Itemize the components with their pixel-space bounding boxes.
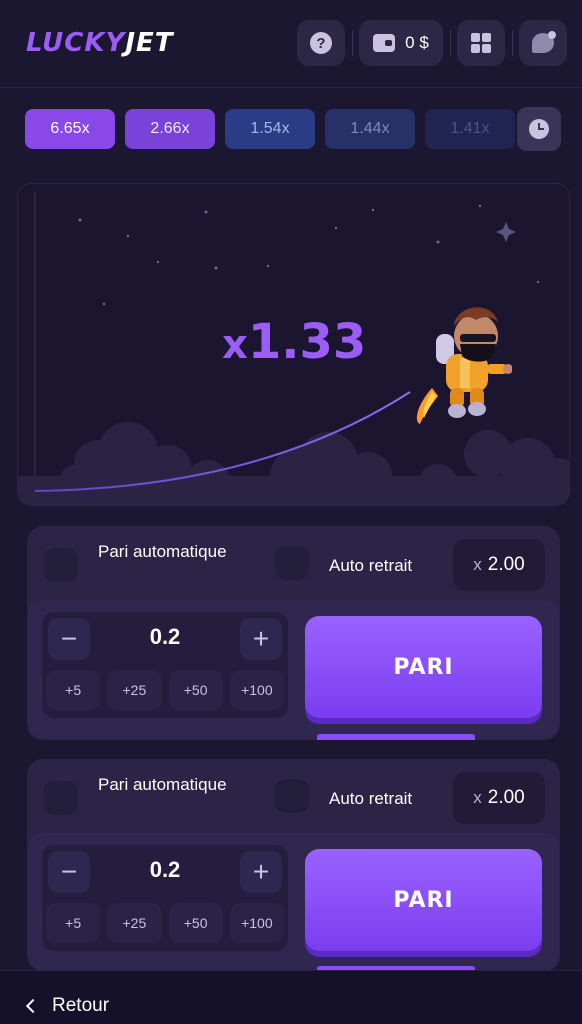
stake-box: − 0.2 + +5 +25 +50 +100 bbox=[42, 612, 288, 718]
auto-cashout-input[interactable]: x 2.00 bbox=[453, 772, 545, 824]
chevron-left-icon bbox=[25, 998, 41, 1014]
quick-stake-button[interactable]: +5 bbox=[46, 670, 101, 710]
auto-bet-label: Pari automatique bbox=[98, 542, 227, 561]
logo-jet-text: JET bbox=[125, 28, 174, 58]
quick-stake-button[interactable]: +5 bbox=[46, 903, 101, 943]
history-multiplier[interactable]: 6.65x bbox=[25, 109, 115, 149]
cashout-prefix: x bbox=[473, 555, 482, 574]
quick-stake-button[interactable]: +50 bbox=[168, 903, 223, 943]
chat-button[interactable] bbox=[519, 20, 567, 66]
auto-cashout-checkbox[interactable] bbox=[275, 546, 309, 580]
history-multiplier[interactable]: 1.41x bbox=[425, 109, 515, 149]
multiplier-value: 1.33 bbox=[247, 314, 367, 370]
logo-lucky-text: LUCKY bbox=[26, 28, 126, 58]
header-divider bbox=[352, 30, 353, 56]
history-multiplier[interactable]: 1.54x bbox=[225, 109, 315, 149]
increase-stake-button[interactable]: + bbox=[240, 618, 282, 660]
header-divider bbox=[450, 30, 451, 56]
bottom-bar: Retour bbox=[0, 970, 582, 1024]
wallet-button[interactable]: 0 $ bbox=[359, 20, 443, 66]
menu-grid-button[interactable] bbox=[457, 20, 505, 66]
auto-cashout-label: Auto retrait bbox=[329, 556, 413, 575]
auto-cashout-input[interactable]: x 2.00 bbox=[453, 539, 545, 591]
decrease-stake-button[interactable]: − bbox=[48, 618, 90, 660]
wallet-icon bbox=[373, 34, 396, 52]
history-button[interactable] bbox=[517, 107, 561, 151]
bet-panel: Pari automatique Auto retrait x 2.00 − 0… bbox=[27, 526, 560, 740]
increase-stake-button[interactable]: + bbox=[240, 851, 282, 893]
bet-button[interactable]: PARI bbox=[305, 849, 542, 951]
quick-stake-button[interactable]: +100 bbox=[229, 670, 284, 710]
bet-controls: − 0.2 + +5 +25 +50 +100 PARI bbox=[28, 600, 559, 738]
bet-button[interactable]: PARI bbox=[305, 616, 542, 718]
balance-text: 0 $ bbox=[405, 33, 429, 52]
quick-stake-button[interactable]: +50 bbox=[168, 670, 223, 710]
current-multiplier: x1.33 bbox=[222, 314, 366, 370]
history-multiplier[interactable]: 2.66x bbox=[125, 109, 215, 149]
help-button[interactable]: ? bbox=[297, 20, 345, 66]
game-canvas: x1.33 bbox=[17, 183, 570, 506]
stake-amount[interactable]: 0.2 bbox=[102, 857, 228, 883]
cashout-prefix: x bbox=[473, 788, 482, 807]
question-icon: ? bbox=[310, 32, 332, 54]
cashout-value: 2.00 bbox=[487, 787, 525, 808]
auto-bet-checkbox[interactable] bbox=[44, 548, 78, 582]
auto-bet-label: Pari automatique bbox=[98, 775, 227, 794]
quick-stake-button[interactable]: +25 bbox=[107, 670, 162, 710]
quick-stake-row: +5 +25 +50 +100 bbox=[46, 903, 284, 943]
back-label: Retour bbox=[52, 995, 110, 1016]
decrease-stake-button[interactable]: − bbox=[48, 851, 90, 893]
stake-amount[interactable]: 0.2 bbox=[102, 624, 228, 650]
auto-cashout-checkbox[interactable] bbox=[275, 779, 309, 813]
auto-bet-checkbox[interactable] bbox=[44, 781, 78, 815]
top-bar: LUCKYJET ? 0 $ bbox=[0, 0, 582, 88]
lucky-jet-logo: LUCKYJET bbox=[26, 26, 174, 60]
quick-stake-button[interactable]: +25 bbox=[107, 903, 162, 943]
chat-icon bbox=[532, 31, 556, 53]
header-divider bbox=[512, 30, 513, 56]
bet-panel: Pari automatique Auto retrait x 2.00 − 0… bbox=[27, 759, 560, 971]
bet-button-indicator bbox=[317, 734, 475, 740]
auto-cashout-label: Auto retrait bbox=[329, 789, 413, 808]
multiplier-prefix: x bbox=[222, 322, 248, 368]
cashout-value: 2.00 bbox=[487, 554, 525, 575]
grid-icon bbox=[471, 33, 491, 53]
clock-icon bbox=[529, 119, 549, 139]
quick-stake-button[interactable]: +100 bbox=[229, 903, 284, 943]
bet-controls: − 0.2 + +5 +25 +50 +100 PARI bbox=[28, 833, 559, 971]
stake-box: − 0.2 + +5 +25 +50 +100 bbox=[42, 845, 288, 951]
jet-character-icon bbox=[416, 307, 512, 424]
quick-stake-row: +5 +25 +50 +100 bbox=[46, 670, 284, 710]
history-multiplier[interactable]: 1.44x bbox=[325, 109, 415, 149]
back-link[interactable]: Retour bbox=[25, 995, 110, 1017]
